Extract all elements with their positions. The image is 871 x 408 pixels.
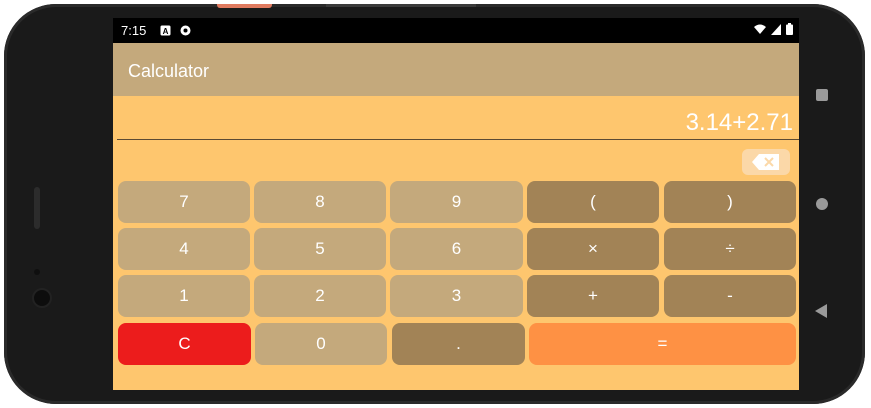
front-camera — [32, 288, 52, 308]
key-2[interactable]: 2 — [254, 275, 386, 317]
key-5[interactable]: 5 — [254, 228, 386, 270]
status-time: 7:15 — [121, 23, 147, 38]
wifi-icon — [754, 23, 766, 38]
backspace-icon — [752, 154, 779, 170]
back-icon[interactable] — [815, 304, 827, 318]
svg-text:A: A — [163, 27, 169, 36]
key-open-paren[interactable]: ( — [527, 181, 659, 223]
app-title: Calculator — [128, 61, 210, 81]
cell-signal-icon — [771, 23, 781, 38]
recents-icon[interactable] — [816, 89, 828, 101]
key-8[interactable]: 8 — [254, 181, 386, 223]
key-7[interactable]: 7 — [118, 181, 250, 223]
key-close-paren[interactable]: ) — [664, 181, 796, 223]
app-bar: Calculator — [113, 43, 799, 96]
key-6[interactable]: 6 — [390, 228, 523, 270]
a-notification-icon: A — [160, 24, 171, 36]
top-sensor — [326, 4, 476, 7]
home-icon[interactable] — [816, 198, 828, 210]
key-plus[interactable]: + — [527, 275, 659, 317]
key-minus[interactable]: - — [664, 275, 796, 317]
app-screen: 7:15 A Calculator 3.14+2.71 7 8 9 () 4 … — [113, 18, 799, 390]
expression-display: 3.14+2.71 — [685, 109, 793, 136]
key-4[interactable]: 4 — [118, 228, 250, 270]
key-decimal[interactable]: . — [392, 323, 525, 365]
display-divider — [117, 139, 799, 140]
status-bar: 7:15 A — [113, 18, 799, 43]
key-multiply[interactable]: × — [527, 228, 659, 270]
key-9[interactable]: 9 — [390, 181, 523, 223]
speaker-slot — [34, 187, 40, 229]
key-3[interactable]: 3 — [390, 275, 523, 317]
battery-icon — [786, 23, 793, 38]
key-clear[interactable]: C — [118, 323, 251, 365]
record-icon — [180, 24, 191, 36]
sensor-dot — [34, 269, 40, 275]
nav-bar — [799, 18, 849, 390]
backspace-button[interactable] — [742, 149, 790, 175]
camera-bump — [217, 4, 272, 8]
key-1[interactable]: 1 — [118, 275, 250, 317]
key-0[interactable]: 0 — [255, 323, 387, 365]
key-equals[interactable]: = — [529, 323, 796, 365]
key-divide[interactable]: ÷ — [664, 228, 796, 270]
